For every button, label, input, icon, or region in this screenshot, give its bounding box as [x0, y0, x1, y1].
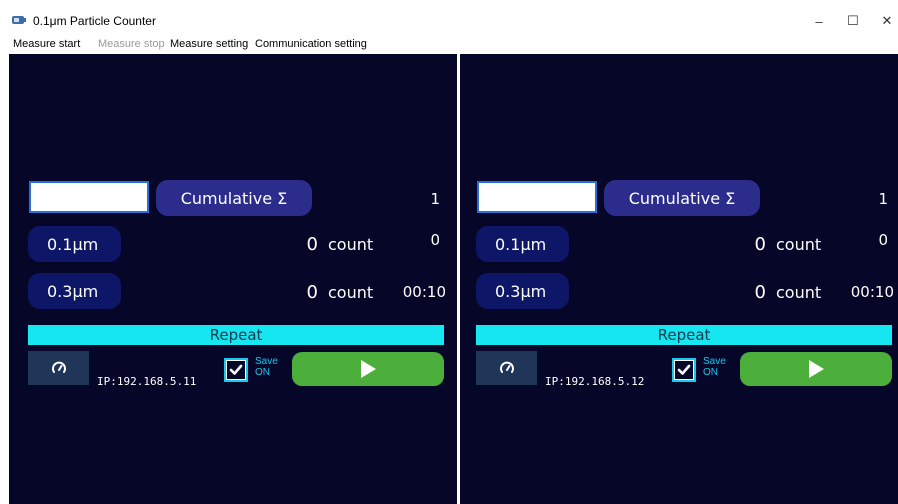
checkmark-icon: [677, 364, 691, 375]
index-value: 1: [878, 190, 888, 208]
minimize-icon: –: [815, 13, 823, 29]
size-button-0-3um[interactable]: 0.3μm: [476, 273, 569, 309]
save-checkbox[interactable]: [672, 358, 696, 382]
count-value: 0: [754, 282, 766, 303]
gauge-icon: [499, 361, 514, 373]
cumulative-label: Cumulative Σ: [180, 188, 288, 208]
repeat-label: Repeat: [657, 326, 711, 344]
gauge-button[interactable]: [476, 351, 537, 385]
cumulative-button[interactable]: Cumulative Σ: [156, 180, 312, 216]
counter-panel-2: Cumulative Σ 1 0.1μm 0 count 0 0.3μm 0 c…: [460, 54, 898, 504]
title-bar: 0.1μm Particle Counter – ☐ ✕: [0, 0, 898, 36]
gauge-button[interactable]: [28, 351, 89, 385]
size-label: 0.3μm: [47, 281, 99, 301]
count-value: 0: [306, 282, 318, 303]
menu-bar: Measure start Measure stop Measure setti…: [0, 36, 898, 54]
size-label: 0.3μm: [495, 281, 547, 301]
play-button[interactable]: [292, 352, 444, 386]
counter-panel-1: Cumulative Σ 1 0.1μm 0 count 0 0.3μm 0 c…: [9, 54, 457, 504]
cumulative-label: Cumulative Σ: [628, 188, 736, 208]
size-label: 0.1μm: [47, 234, 99, 254]
maximize-icon: ☐: [847, 13, 859, 28]
size-button-0-1um[interactable]: 0.1μm: [476, 226, 569, 262]
count-value: 0: [754, 234, 766, 255]
size-button-0-3um[interactable]: 0.3μm: [28, 273, 121, 309]
size-label: 0.1μm: [495, 234, 547, 254]
close-icon: ✕: [881, 13, 893, 28]
count-unit-label: count: [776, 235, 822, 254]
close-button[interactable]: ✕: [872, 8, 898, 34]
cumulative-button[interactable]: Cumulative Σ: [604, 180, 760, 216]
menu-measure-stop[interactable]: Measure stop: [98, 38, 165, 50]
count-unit-label: count: [776, 283, 822, 302]
gauge-icon: [51, 361, 66, 373]
name-input[interactable]: [477, 181, 597, 213]
name-input[interactable]: [29, 181, 149, 213]
count-unit-label: count: [328, 283, 374, 302]
play-icon: [809, 360, 824, 378]
window-app-icon: [12, 16, 26, 24]
save-state-label: ON: [255, 367, 270, 378]
save-checkbox[interactable]: [224, 358, 248, 382]
timer-value: 00:10: [850, 283, 894, 301]
save-label: Save: [255, 356, 278, 367]
window-title: 0.1μm Particle Counter: [33, 14, 156, 28]
size-button-0-1um[interactable]: 0.1μm: [28, 226, 121, 262]
repeat-bar[interactable]: Repeat: [28, 325, 444, 345]
save-state-label: ON: [703, 367, 718, 378]
ip-address: IP:192.168.5.12: [545, 375, 645, 388]
right-value: 0: [878, 231, 888, 249]
play-button[interactable]: [740, 352, 892, 386]
timer-value: 00:10: [402, 283, 446, 301]
count-unit-label: count: [328, 235, 374, 254]
save-label: Save: [703, 356, 726, 367]
play-icon: [361, 360, 376, 378]
menu-communication-setting[interactable]: Communication setting: [255, 38, 367, 50]
menu-measure-setting[interactable]: Measure setting: [170, 38, 248, 50]
ip-address: IP:192.168.5.11: [97, 375, 197, 388]
repeat-bar[interactable]: Repeat: [476, 325, 892, 345]
checkmark-icon: [229, 364, 243, 375]
maximize-button[interactable]: ☐: [838, 8, 868, 34]
right-value: 0: [430, 231, 440, 249]
menu-measure-start[interactable]: Measure start: [13, 38, 80, 50]
index-value: 1: [430, 190, 440, 208]
repeat-label: Repeat: [209, 326, 263, 344]
minimize-button[interactable]: –: [804, 8, 834, 34]
count-value: 0: [306, 234, 318, 255]
